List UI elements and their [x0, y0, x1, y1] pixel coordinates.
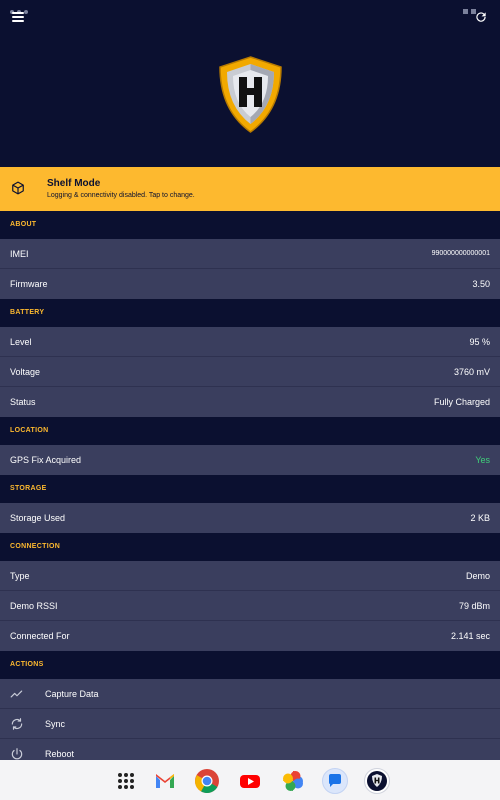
section-title: LOCATION: [10, 427, 49, 434]
app-dock: [0, 760, 500, 800]
row-gps-fix: GPS Fix Acquired Yes: [0, 445, 500, 475]
row-connected-for: Connected For 2.141 sec: [0, 621, 500, 651]
gps-fix-value: Yes: [475, 455, 490, 465]
photos-icon[interactable]: [280, 768, 306, 794]
connection-type-label: Type: [10, 571, 30, 581]
refresh-icon[interactable]: [474, 10, 488, 24]
status-indicators-right: [460, 1, 490, 14]
imei-label: IMEI: [10, 249, 29, 259]
section-header-location: LOCATION: [0, 417, 500, 445]
row-battery-status: Status Fully Charged: [0, 387, 500, 417]
messages-icon[interactable]: [322, 768, 348, 794]
demo-rssi-value: 79 dBm: [458, 601, 490, 611]
row-battery-voltage: Voltage 3760 mV: [0, 357, 500, 387]
battery-status-value: Fully Charged: [433, 397, 490, 407]
connected-for-label: Connected For: [10, 631, 70, 641]
section-title: ABOUT: [10, 221, 37, 228]
section-title: BATTERY: [10, 309, 45, 316]
gmail-icon[interactable]: [152, 768, 178, 794]
imei-value: 990000000000001: [431, 250, 490, 257]
section-header-battery: BATTERY: [0, 299, 500, 327]
reboot-label: Reboot: [45, 749, 75, 759]
sync-icon: [11, 718, 23, 730]
section-header-about: ABOUT: [0, 211, 500, 239]
storage-used-label: Storage Used: [10, 513, 66, 523]
row-battery-level: Level 95 %: [0, 327, 500, 357]
firmware-label: Firmware: [10, 279, 48, 289]
battery-status-label: Status: [10, 397, 36, 407]
section-header-actions: ACTIONS: [0, 651, 500, 679]
firmware-value: 3.50: [472, 279, 490, 289]
battery-level-label: Level: [10, 337, 32, 347]
header-banner: [0, 30, 500, 167]
capture-data-button[interactable]: Capture Data: [0, 679, 500, 709]
battery-voltage-value: 3760 mV: [453, 367, 490, 377]
storage-used-value: 2 KB: [470, 513, 490, 523]
section-title: CONNECTION: [10, 543, 61, 550]
power-icon: [11, 748, 23, 760]
capture-data-label: Capture Data: [45, 689, 99, 699]
status-bar: [0, 0, 500, 14]
menu-icon[interactable]: [12, 12, 24, 22]
sync-label: Sync: [45, 719, 66, 729]
section-title: STORAGE: [10, 485, 47, 492]
section-title: ACTIONS: [10, 661, 44, 668]
chrome-icon[interactable]: [194, 768, 220, 794]
top-app-bar: [0, 8, 500, 30]
hub-app-icon[interactable]: [364, 768, 390, 794]
shelf-mode-banner[interactable]: Shelf Mode Logging & connectivity disabl…: [0, 167, 500, 211]
shelf-mode-subtitle: Logging & connectivity disabled. Tap to …: [47, 192, 195, 199]
row-demo-rssi: Demo RSSI 79 dBm: [0, 591, 500, 621]
connected-for-value: 2.141 sec: [450, 631, 490, 641]
section-header-connection: CONNECTION: [0, 533, 500, 561]
section-header-storage: STORAGE: [0, 475, 500, 503]
connection-type-value: Demo: [465, 571, 490, 581]
shelf-mode-title: Shelf Mode: [47, 178, 101, 189]
sync-button[interactable]: Sync: [0, 709, 500, 739]
trending-icon: [10, 690, 23, 698]
youtube-icon[interactable]: [237, 768, 263, 794]
box-icon: [12, 181, 24, 195]
battery-voltage-label: Voltage: [10, 367, 41, 377]
gps-fix-label: GPS Fix Acquired: [10, 455, 82, 465]
shield-logo-icon: [219, 56, 282, 133]
row-connection-type: Type Demo: [0, 561, 500, 591]
app-drawer-icon[interactable]: [113, 768, 139, 794]
row-storage-used: Storage Used 2 KB: [0, 503, 500, 533]
status-indicators-left: [10, 1, 40, 14]
row-imei: IMEI 990000000000001: [0, 239, 500, 269]
demo-rssi-label: Demo RSSI: [10, 601, 58, 611]
row-firmware: Firmware 3.50: [0, 269, 500, 299]
battery-level-value: 95 %: [469, 337, 490, 347]
